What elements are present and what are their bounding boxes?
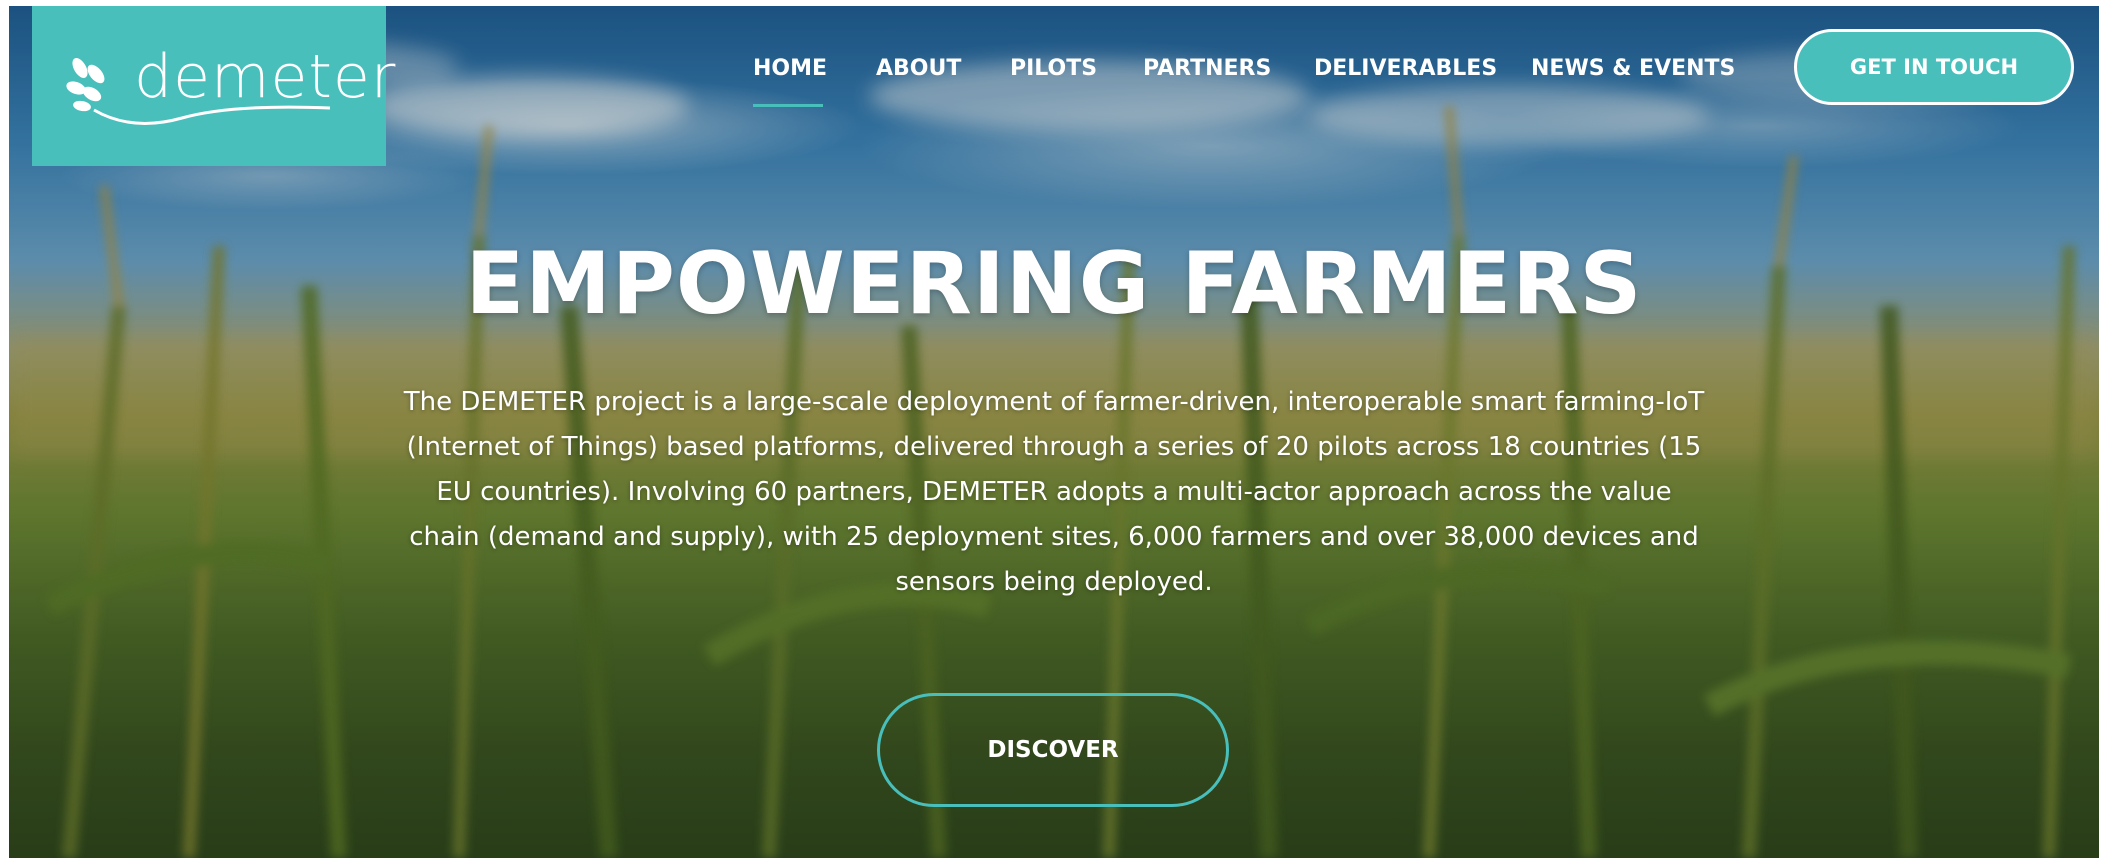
nav-about[interactable]: ABOUT xyxy=(876,56,961,84)
hero-description: The DEMETER project is a large-scale dep… xyxy=(403,387,1705,597)
hero-title: EMPOWERING FARMERS xyxy=(465,234,1643,334)
nav-deliverables[interactable]: DELIVERABLES xyxy=(1314,56,1497,84)
nav-partners[interactable]: PARTNERS xyxy=(1143,56,1271,84)
nav-active-indicator xyxy=(753,104,823,107)
logo-swoosh xyxy=(93,105,331,125)
nav-home[interactable]: HOME xyxy=(753,56,827,84)
nav-news-events[interactable]: NEWS & EVENTS xyxy=(1531,56,1735,84)
discover-button[interactable]: DISCOVER xyxy=(877,693,1229,807)
nav-pilots[interactable]: PILOTS xyxy=(1010,56,1097,84)
get-in-touch-button[interactable]: GET IN TOUCH xyxy=(1794,29,2074,105)
logo[interactable]: demeter xyxy=(32,6,395,166)
